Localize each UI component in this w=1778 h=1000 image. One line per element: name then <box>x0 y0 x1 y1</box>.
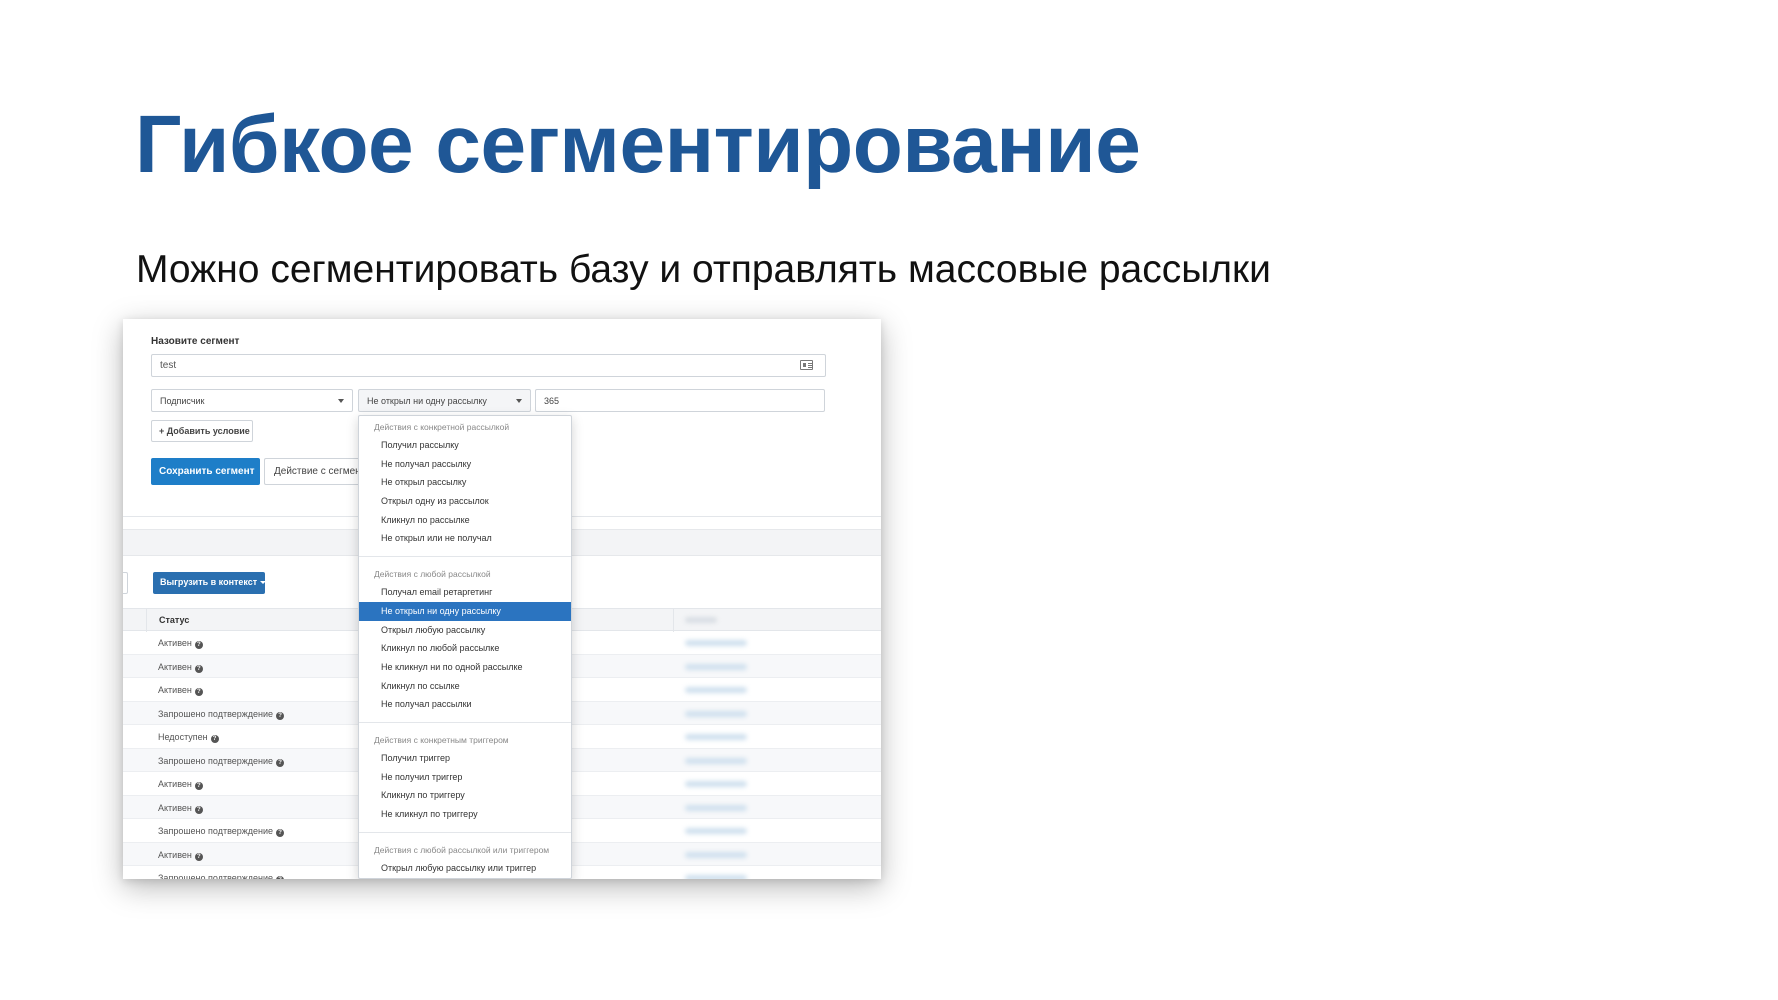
help-icon[interactable]: ? <box>194 641 203 649</box>
dropdown-option[interactable]: Не открыл или не получал <box>359 529 571 548</box>
blurred-value <box>685 781 747 787</box>
status-column-header[interactable]: Статус <box>159 615 189 625</box>
segment-name-input[interactable]: test <box>151 354 826 377</box>
dropdown-group: Действия с конкретной рассылкой Получил р… <box>359 416 571 548</box>
blurred-value <box>685 710 747 717</box>
dropdown-option[interactable]: Открыл любую рассылку или триггер <box>359 859 571 878</box>
help-icon[interactable]: ? <box>194 852 203 861</box>
dropdown-group-header: Действия с любой рассылкой <box>374 569 491 580</box>
status-cell: Недоступен? <box>158 732 219 743</box>
chevron-down-icon <box>260 581 267 585</box>
action-select-label: Не открыл ни одну рассылку <box>367 396 487 406</box>
blurred-value <box>685 687 747 693</box>
help-icon[interactable]: ? <box>194 805 203 814</box>
dropdown-group-header: Действия с любой рассылкой или триггером <box>374 844 550 855</box>
status-text: Активен <box>158 638 192 648</box>
dropdown-option[interactable]: Кликнул по ссылке <box>359 677 571 696</box>
add-condition-button[interactable]: + Добавить условие <box>151 420 253 442</box>
help-icon[interactable]: ? <box>194 664 203 673</box>
dropdown-option[interactable]: Получил триггер <box>359 749 571 768</box>
chevron-down-icon <box>338 399 344 403</box>
dropdown-option[interactable]: Открыл любую рассылку <box>359 621 571 640</box>
column-divider <box>673 609 674 632</box>
help-icon[interactable]: ? <box>276 829 285 837</box>
status-text: Активен <box>158 849 192 860</box>
status-text: Активен <box>158 661 192 672</box>
blurred-value <box>685 734 747 740</box>
dropdown-option[interactable]: Кликнул по триггеру <box>359 786 571 805</box>
dropdown-group: Действия с конкретным триггером Получил т… <box>359 721 571 824</box>
dropdown-group: Действия с любой рассылкой Получал email … <box>359 556 571 714</box>
export-button-label: Выгрузить в контекст <box>160 577 258 587</box>
subscriber-select-label: Подписчик <box>160 396 205 406</box>
status-text: Активен <box>158 685 192 695</box>
status-text: Запрошено подтверждение <box>158 708 274 719</box>
slide-title: Гибкое сегментирование <box>135 99 1141 190</box>
subscriber-select[interactable]: Подписчик <box>151 389 353 412</box>
blurred-value <box>685 804 747 811</box>
dropdown-option[interactable]: Не кликнул по триггеру <box>359 805 571 824</box>
blurred-value <box>685 757 747 764</box>
chevron-down-icon <box>516 399 522 403</box>
dropdown-group-header: Действия с конкретным триггером <box>374 734 509 745</box>
dropdown-option[interactable]: Кликнул по любой рассылке <box>359 639 571 658</box>
help-icon[interactable]: ? <box>210 735 219 743</box>
dropdown-option[interactable]: Кликнул по рассылке <box>359 511 571 530</box>
help-icon[interactable]: ? <box>276 711 285 720</box>
segment-action-button[interactable]: Действие с сегментом <box>264 458 364 485</box>
app-screenshot: Назовите сегмент test Подписчик Не откры… <box>123 319 881 879</box>
status-cell: Запрошено подтверждение? <box>158 826 285 837</box>
slide-subtitle: Можно сегментировать базу и отправлять м… <box>136 248 1271 291</box>
column-divider <box>146 609 147 632</box>
segment-name-label: Назовите сегмент <box>151 336 240 347</box>
status-text: Запрошено подтверждение <box>158 826 274 836</box>
help-icon[interactable]: ? <box>276 758 285 767</box>
dropdown-group-header: Действия с конкретной рассылкой <box>374 422 510 432</box>
dropdown-group: Действия с любой рассылкой или триггером… <box>359 831 571 878</box>
export-to-context-button[interactable]: Выгрузить в контекст <box>153 572 267 594</box>
help-icon[interactable]: ? <box>276 876 285 879</box>
dropdown-option[interactable]: Не открыл ни одну рассылку <box>359 601 571 621</box>
status-text: Запрошено подтверждение <box>158 873 274 879</box>
action-select[interactable]: Не открыл ни одну рассылку <box>358 389 531 412</box>
action-dropdown-menu: Действия с конкретной рассылкой Получил р… <box>358 415 572 879</box>
help-icon[interactable]: ? <box>194 782 203 790</box>
dropdown-option[interactable]: Не получал рассылку <box>359 455 571 474</box>
blurred-value <box>685 640 747 646</box>
status-cell: Запрошено подтверждение? <box>158 708 285 720</box>
status-text: Активен <box>158 779 192 789</box>
save-segment-button[interactable]: Сохранить сегмент <box>151 458 260 485</box>
blurred-header <box>685 617 717 623</box>
blurred-value <box>685 663 747 670</box>
days-input[interactable]: 365 <box>535 389 825 412</box>
status-cell: Активен? <box>158 779 203 790</box>
dropdown-option[interactable]: Не кликнул ни по одной рассылке <box>359 658 571 677</box>
status-text: Недоступен <box>158 732 208 742</box>
status-cell: Запрошено подтверждение? <box>158 755 285 767</box>
blurred-value <box>685 875 747 879</box>
status-text: Запрошено подтверждение <box>158 755 274 766</box>
dropdown-option[interactable]: Открыл одну из рассылок <box>359 492 571 511</box>
status-text: Активен <box>158 802 192 813</box>
blurred-value <box>685 828 747 834</box>
blurred-value <box>685 851 747 858</box>
dropdown-option[interactable]: Не открыл рассылку <box>359 473 571 492</box>
status-cell: Активен? <box>158 685 203 696</box>
checkbox-stub[interactable] <box>123 572 128 594</box>
status-cell: Активен? <box>158 803 203 814</box>
dropdown-option[interactable]: Получал email ретаргетинг <box>359 583 571 602</box>
status-cell: Запрошено подтверждение? <box>158 873 285 879</box>
dropdown-option[interactable]: Не получал рассылки <box>359 695 571 714</box>
status-cell: Активен? <box>158 662 203 673</box>
status-cell: Активен? <box>158 850 203 861</box>
contact-card-icon[interactable] <box>800 360 813 370</box>
help-icon[interactable]: ? <box>194 688 203 696</box>
dropdown-option[interactable]: Не получил триггер <box>359 768 571 787</box>
dropdown-option[interactable]: Получил рассылку <box>359 436 571 455</box>
status-cell: Активен? <box>158 638 203 649</box>
